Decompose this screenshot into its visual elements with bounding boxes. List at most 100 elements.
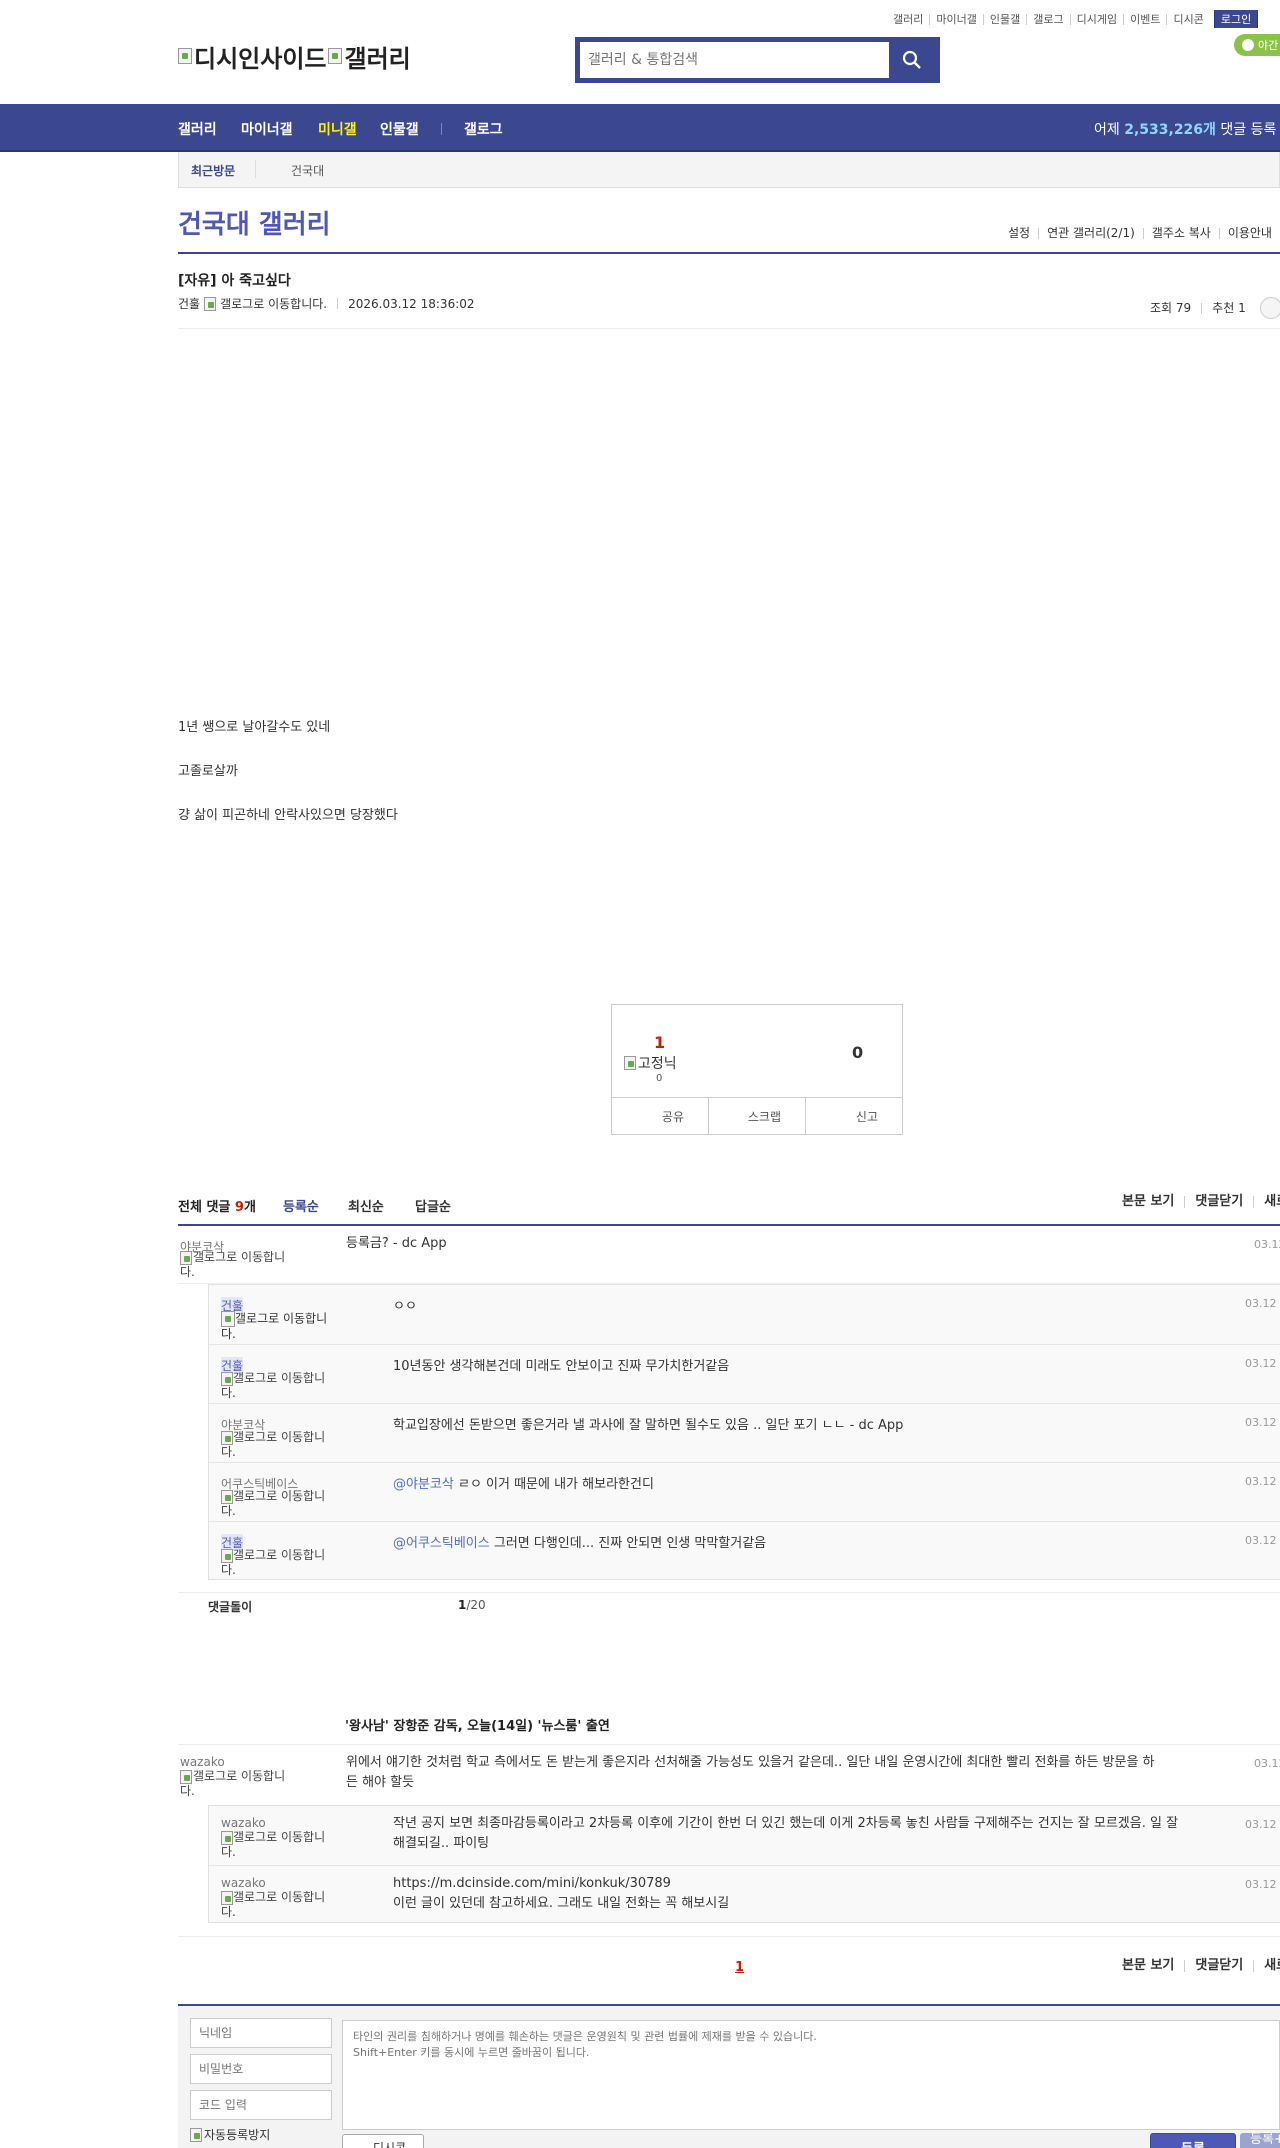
- scrap-button[interactable]: 스크랩: [708, 1098, 805, 1134]
- gallog-link[interactable]: 갤로그로 이동합니다.: [221, 1548, 331, 1577]
- comment-bot-page[interactable]: 1/20: [458, 1598, 486, 1612]
- reply-nick[interactable]: wazako: [221, 1816, 266, 1830]
- gallog-image-icon: [221, 1890, 233, 1905]
- share-button[interactable]: 공유: [612, 1098, 708, 1134]
- reply-item: 야분코삭 갤로그로 이동합니다. 학교입장에선 돈받으면 좋은거라 낼 과사에 …: [209, 1403, 1280, 1462]
- nickname-input[interactable]: [190, 2018, 332, 2048]
- gallog-alt-text: 갤로그로 이동합니다.: [221, 1890, 326, 1919]
- gallog-link[interactable]: 갤로그로 이동합니다.: [221, 1430, 331, 1459]
- reply-mention[interactable]: @야분코삭: [393, 1477, 454, 1492]
- gallog-link[interactable]: 갤로그로 이동합니다.: [221, 1371, 331, 1400]
- gallog-alt-text: 갤로그로 이동합니다.: [180, 1250, 286, 1279]
- submit-recommend-button[interactable]: 등록+추천: [1240, 2132, 1280, 2148]
- gallog-image-icon: [180, 1769, 192, 1784]
- sort-replies[interactable]: 답글순: [415, 1196, 451, 1215]
- dccon-button[interactable]: 디시콘: [342, 2134, 424, 2148]
- close-comments-button[interactable]: 댓글닫기: [1184, 1959, 1253, 1972]
- view-body-button[interactable]: 본문 보기: [1122, 1959, 1184, 1972]
- reply-date: 03.12 20:01:44: [1245, 1878, 1280, 1891]
- gallery-title[interactable]: 건국대 갤러리: [178, 204, 331, 241]
- sort-latest[interactable]: 최신순: [348, 1196, 384, 1215]
- reply-text: 이런 글이 있던데 참고하세요. 그래도 내일 전화는 꼭 해보시길: [393, 1896, 730, 1911]
- captcha-code-input[interactable]: [190, 2090, 332, 2120]
- gnb-item-person[interactable]: 인물갤: [380, 119, 419, 139]
- gnb-item-minor[interactable]: 마이너갤: [241, 119, 293, 139]
- post-author[interactable]: 건훌: [178, 295, 200, 312]
- night-mode-label: 야간 모드: [1258, 39, 1280, 52]
- comment-total-label: 전체 댓글: [178, 1200, 231, 1215]
- gallog-alt-text: 갤로그로 이동합니다.: [221, 1830, 326, 1859]
- reply-text: 작년 공지 보면 최종마감등록이라고 2차등록 이후에 기간이 한번 더 있긴 …: [393, 1816, 1179, 1851]
- gallog-image-icon: [180, 1250, 192, 1265]
- post-divider: [178, 328, 1280, 329]
- post-stats: 조회 79 추천 1: [1140, 297, 1280, 319]
- gallog-link[interactable]: 갤로그로 이동합니다.: [180, 1250, 290, 1279]
- gallog-image-icon: [221, 1489, 233, 1504]
- usage-guide-link[interactable]: 이용안내: [1218, 227, 1280, 239]
- site-logo[interactable]: 디시인사이드 갤러리: [178, 40, 411, 73]
- comment-item: 야분코삭 갤로그로 이동합니다. 등록금? - dc App 03.12 18:…: [178, 1226, 1280, 1284]
- report-button[interactable]: 신고: [805, 1098, 902, 1134]
- comment-nick[interactable]: wazako: [180, 1755, 225, 1769]
- logo-site-text: 디시인사이드: [194, 44, 327, 73]
- gallery-settings-link[interactable]: 설정: [1000, 227, 1038, 239]
- password-input[interactable]: [190, 2054, 332, 2084]
- gallog-alt-text: 갤로그로 이동합니다.: [180, 1769, 286, 1798]
- comment-header: 전체 댓글 9개 등록순 최신순 답글순 본문 보기 댓글닫기 새로고침: [178, 1195, 1280, 1226]
- refresh-comments-button[interactable]: 새로고침: [1253, 1195, 1280, 1208]
- gnb-item-mini[interactable]: 미니갤: [318, 119, 357, 139]
- top-link-person[interactable]: 인물갤: [982, 13, 1026, 25]
- reply-date: 03.12 18:41:15: [1245, 1534, 1280, 1547]
- top-link-event[interactable]: 이벤트: [1123, 13, 1166, 25]
- gallog-link[interactable]: 갤로그로 이동합니다.: [221, 1890, 331, 1919]
- logo-gallery-text: 갤러리: [344, 44, 411, 73]
- top-link-gallog[interactable]: 갤로그: [1026, 13, 1069, 25]
- comment-total: 전체 댓글 9개: [178, 1196, 256, 1215]
- comment-head-actions: 본문 보기 댓글닫기 새로고침: [1122, 1195, 1280, 1208]
- search-button[interactable]: [889, 42, 935, 78]
- top-link-minor[interactable]: 마이너갤: [929, 13, 982, 25]
- sort-registered[interactable]: 등록순: [283, 1196, 319, 1215]
- reply-list: 건훌 갤로그로 이동합니다. ㅇㅇ 03.12 18:38:04 건훌 갤로그로…: [208, 1284, 1280, 1580]
- gallog-link[interactable]: 갤로그로 이동합니다.: [221, 1489, 331, 1518]
- gallery-tools: 설정 연관 갤러리(2/1) 갤주소 복사 이용안내: [1000, 225, 1280, 241]
- reply-item: 어쿠스틱베이스 갤로그로 이동합니다. @야분코삭 ㄹㅇ 이거 때문에 내가 해…: [209, 1462, 1280, 1521]
- gallog-image-icon: [221, 1830, 233, 1845]
- refresh-comments-button[interactable]: 새로고침: [1253, 1959, 1280, 1972]
- comment-textarea[interactable]: [342, 2020, 1280, 2130]
- gallog-alt-text: 갤로그로 이동합니다.: [221, 1548, 326, 1577]
- gallog-alt-text: 갤로그로 이동합니다.: [221, 1430, 326, 1459]
- comment-total-count: 9: [234, 1200, 244, 1215]
- reply-mention[interactable]: @어쿠스틱베이스: [393, 1536, 490, 1551]
- recent-visit-item[interactable]: 건국대: [291, 162, 324, 179]
- night-mode-toggle[interactable]: 야간 모드: [1234, 34, 1280, 56]
- reply-text: @어쿠스틱베이스 그러면 다행인데... 진짜 안되면 인생 막막할거같음: [393, 1532, 766, 1551]
- gnb-item-gallery[interactable]: 갤러리: [178, 119, 217, 139]
- related-gallery-link[interactable]: 연관 갤러리(2/1): [1038, 227, 1143, 239]
- reply-text-body: ㄹㅇ 이거 때문에 내가 해보라한건디: [457, 1477, 654, 1492]
- recommend-fixed-count: 0: [656, 1073, 663, 1084]
- top-link-gallery[interactable]: 갤러리: [893, 14, 929, 25]
- reply-date: 03.12 18:39:11: [1245, 1416, 1280, 1429]
- gallog-link[interactable]: 갤로그로 이동합니다.: [180, 1769, 290, 1798]
- close-comments-button[interactable]: 댓글닫기: [1184, 1195, 1253, 1208]
- comment-page-1[interactable]: 1: [735, 1960, 744, 1975]
- divider: [178, 1936, 1280, 1937]
- gallog-link[interactable]: 갤로그로 이동합니다.: [221, 1830, 331, 1859]
- submit-comment-button[interactable]: 등록: [1150, 2133, 1236, 2148]
- comment-jump-icon[interactable]: [1259, 297, 1280, 319]
- login-button[interactable]: 로그인: [1213, 10, 1259, 28]
- copy-address-link[interactable]: 갤주소 복사: [1142, 227, 1219, 239]
- reply-date: 03.12 18:47:30: [1245, 1818, 1280, 1831]
- bot-news-link[interactable]: '왕사남' 장항준 감독, 오늘(14일) '뉴스룸' 출연: [345, 1715, 610, 1734]
- reply-link[interactable]: https://m.dcinside.com/mini/konkuk/30789: [393, 1874, 671, 1894]
- top-link-game[interactable]: 디시게임: [1069, 13, 1123, 25]
- search-input[interactable]: [580, 42, 889, 78]
- gnb-item-gallog[interactable]: 갤로그: [464, 119, 503, 139]
- recommend-fixed-nick[interactable]: 고정닉: [624, 1053, 677, 1073]
- view-body-button[interactable]: 본문 보기: [1122, 1195, 1184, 1208]
- top-link-dccon[interactable]: 디시콘: [1166, 13, 1209, 25]
- gallog-image-icon[interactable]: [204, 296, 217, 311]
- reply-nick[interactable]: wazako: [221, 1876, 266, 1890]
- gallog-link[interactable]: 갤로그로 이동합니다.: [221, 1311, 331, 1341]
